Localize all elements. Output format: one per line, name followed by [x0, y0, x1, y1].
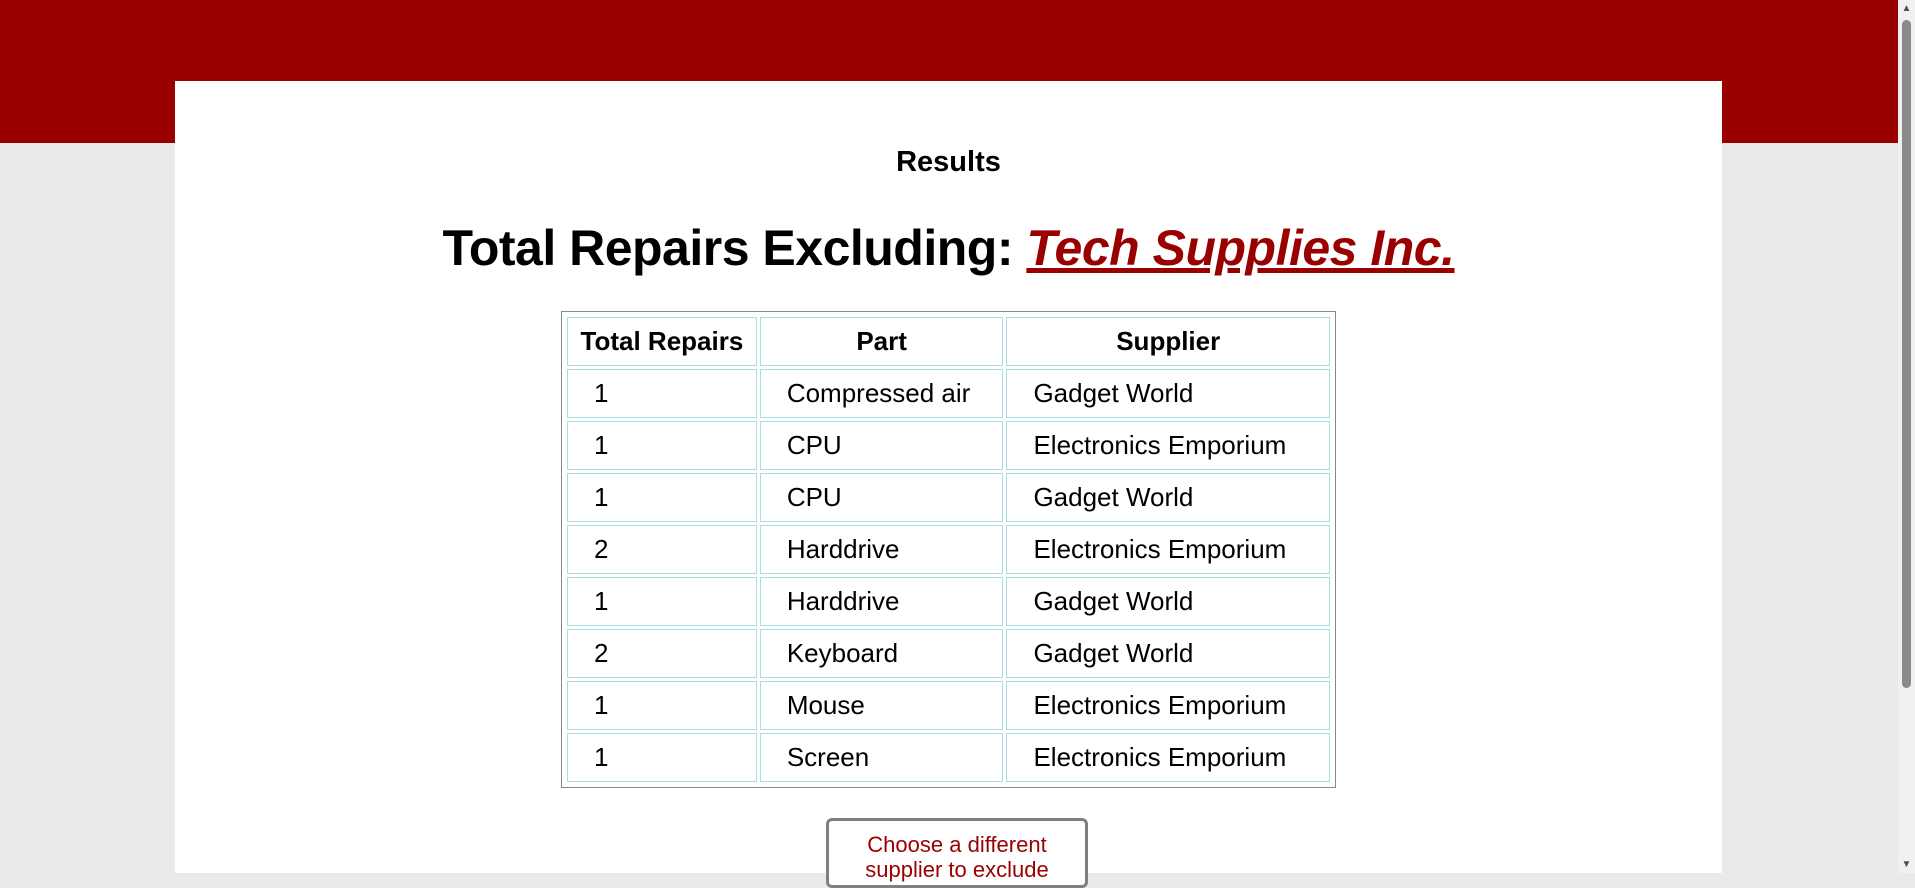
- total-repairs-cell: 2: [567, 525, 757, 574]
- total-repairs-cell: 2: [567, 629, 757, 678]
- results-card: Results Total Repairs Excluding: Tech Su…: [175, 81, 1722, 888]
- column-header-part: Part: [759, 317, 1004, 366]
- part-cell: Keyboard: [759, 629, 1004, 678]
- supplier-cell: Electronics Emporium: [1006, 421, 1330, 470]
- repairs-table-wrapper: Total Repairs Part Supplier 1 Compressed …: [561, 311, 1336, 788]
- table-row: 1 Screen Electronics Emporium: [567, 733, 1330, 782]
- column-header-supplier: Supplier: [1006, 317, 1330, 366]
- scroll-down-arrow-icon[interactable]: ▼: [1898, 856, 1915, 873]
- part-cell: CPU: [759, 421, 1004, 470]
- supplier-cell: Gadget World: [1006, 473, 1330, 522]
- table-row: 1 Mouse Electronics Emporium: [567, 681, 1330, 730]
- total-repairs-cell: 1: [567, 473, 757, 522]
- part-cell: Screen: [759, 733, 1004, 782]
- part-cell: Harddrive: [759, 525, 1004, 574]
- scroll-up-arrow-icon[interactable]: ▲: [1898, 0, 1915, 17]
- column-header-total-repairs: Total Repairs: [567, 317, 757, 366]
- repairs-table-body: 1 Compressed air Gadget World 1 CPU Electroni…: [567, 369, 1330, 782]
- repairs-table: Total Repairs Part Supplier 1 Compressed …: [564, 314, 1333, 785]
- supplier-cell: Gadget World: [1006, 577, 1330, 626]
- table-row: 1 CPU Electronics Emporium: [567, 421, 1330, 470]
- table-row: 2 Harddrive Electronics Emporium: [567, 525, 1330, 574]
- page-title: Total Repairs Excluding: Tech Supplies I…: [175, 219, 1722, 277]
- vertical-scrollbar[interactable]: ▲ ▼: [1898, 0, 1915, 873]
- part-cell: Harddrive: [759, 577, 1004, 626]
- supplier-cell: Electronics Emporium: [1006, 681, 1330, 730]
- total-repairs-cell: 1: [567, 421, 757, 470]
- supplier-cell: Electronics Emporium: [1006, 525, 1330, 574]
- table-row: 1 Harddrive Gadget World: [567, 577, 1330, 626]
- supplier-cell: Gadget World: [1006, 629, 1330, 678]
- total-repairs-cell: 1: [567, 369, 757, 418]
- part-cell: CPU: [759, 473, 1004, 522]
- page-title-prefix: Total Repairs Excluding:: [442, 220, 1027, 276]
- supplier-cell: Gadget World: [1006, 369, 1330, 418]
- supplier-cell: Electronics Emporium: [1006, 733, 1330, 782]
- scrollbar-thumb[interactable]: [1902, 20, 1911, 688]
- table-row: 1 CPU Gadget World: [567, 473, 1330, 522]
- results-label: Results: [896, 146, 1001, 178]
- total-repairs-cell: 1: [567, 681, 757, 730]
- part-cell: Mouse: [759, 681, 1004, 730]
- total-repairs-cell: 1: [567, 733, 757, 782]
- part-cell: Compressed air: [759, 369, 1004, 418]
- table-row: 1 Compressed air Gadget World: [567, 369, 1330, 418]
- excluded-supplier-link[interactable]: Tech Supplies Inc.: [1026, 220, 1455, 276]
- table-row: 2 Keyboard Gadget World: [567, 629, 1330, 678]
- choose-different-supplier-button[interactable]: Choose a different supplier to exclude: [826, 818, 1088, 888]
- total-repairs-cell: 1: [567, 577, 757, 626]
- table-header-row: Total Repairs Part Supplier: [567, 317, 1330, 366]
